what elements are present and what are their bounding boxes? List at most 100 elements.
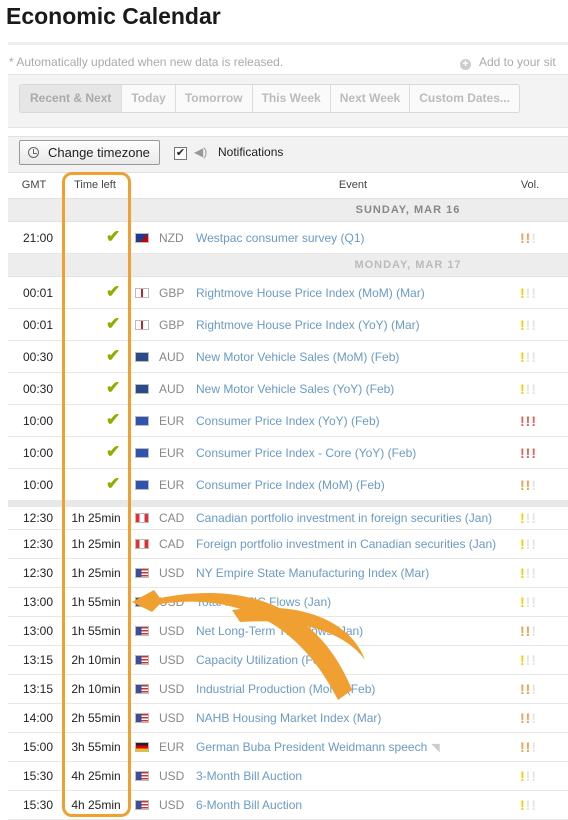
event-time: 12:30: [22, 511, 54, 525]
event-link[interactable]: Rightmove House Price Index (YoY) (Mar): [196, 318, 420, 332]
gb-flag-icon: [135, 287, 149, 298]
event-link[interactable]: Capacity Utilization (Feb): [196, 653, 330, 667]
event-row[interactable]: 21:00 ✔ NZD Westpac consumer survey (Q1)!!!: [8, 222, 568, 254]
event-time: 13:15: [22, 682, 54, 696]
time-left-value: 2h 55min: [71, 711, 121, 725]
event-link[interactable]: NY Empire State Manufacturing Index (Mar…: [196, 566, 429, 580]
event-link[interactable]: 3-Month Bill Auction: [196, 769, 302, 783]
event-link[interactable]: New Motor Vehicle Sales (MoM) (Feb): [196, 350, 399, 364]
event-link[interactable]: Total Net TIC Flows (Jan): [196, 595, 331, 609]
event-link[interactable]: Consumer Price Index (YoY) (Feb): [196, 414, 380, 428]
volatility-mark-icon: !: [531, 380, 538, 397]
volatility-mark-icon: !: [531, 284, 538, 301]
event-link[interactable]: Westpac consumer survey (Q1): [196, 231, 365, 245]
volatility-indicator: !!!: [520, 413, 537, 429]
event-time: 12:30: [22, 537, 54, 551]
event-row[interactable]: 13:15 2h 10min USD Capacity Utilization (Fe…: [8, 646, 568, 675]
event-time: 14:00: [22, 711, 54, 725]
event-link[interactable]: Rightmove House Price Index (MoM) (Mar): [196, 286, 425, 300]
events-table: SUNDAY, MAR 16 21:00 ✔ NZD Westpac consumer …: [8, 199, 568, 820]
add-to-site-link[interactable]: + Add to your sit: [460, 55, 556, 70]
event-title: Canadian portfolio investment in foreign…: [196, 511, 493, 525]
event-row[interactable]: 13:15 2h 10min USD Industrial Production (M…: [8, 675, 568, 704]
event-row[interactable]: 12:30 1h 25min USD NY Empire State Manufact…: [8, 559, 568, 588]
event-title: Net Long-Term TIC Flows (Jan): [196, 624, 364, 638]
event-row[interactable]: 14:00 2h 55min USD NAHB Housing Market Inde…: [8, 704, 568, 733]
volatility-indicator: !!!: [520, 768, 537, 784]
event-row[interactable]: 15:30 4h 25min USD 3-Month Bill Auction!!!: [8, 762, 568, 791]
event-row[interactable]: 13:00 1h 55min USD Total Net TIC Flows (Jan…: [8, 588, 568, 617]
tab-today[interactable]: Today: [122, 85, 176, 112]
event-link[interactable]: Consumer Price Index - Core (YoY) (Feb): [196, 446, 416, 460]
event-link[interactable]: Canadian portfolio investment in foreign…: [196, 511, 492, 525]
event-row[interactable]: 00:01 ✔ GBP Rightmove House Price Index (Mo…: [8, 277, 568, 309]
event-title: Industrial Production (MoM) (Feb): [196, 682, 376, 696]
event-row[interactable]: 10:00 ✔ EUR Consumer Price Index (YoY) (Feb…: [8, 405, 568, 437]
volatility-indicator: !!!: [520, 681, 537, 697]
change-timezone-label: Change timezone: [48, 145, 150, 160]
event-link[interactable]: NAHB Housing Market Index (Mar): [196, 711, 381, 725]
event-row[interactable]: 10:00 ✔ EUR Consumer Price Index - Core (Yo…: [8, 437, 568, 469]
column-header-time-left[interactable]: Time left: [65, 179, 125, 191]
event-title: NAHB Housing Market Index (Mar): [196, 711, 382, 725]
tab-custom-dates[interactable]: Custom Dates...: [410, 85, 519, 112]
eu-flag-icon: [135, 447, 149, 458]
volatility-indicator: !!!: [520, 317, 537, 333]
title-divider: [8, 42, 568, 45]
eu-flag-icon: [135, 479, 149, 490]
column-header-gmt[interactable]: GMT: [8, 179, 60, 191]
tab-tomorrow[interactable]: Tomorrow: [176, 85, 253, 112]
event-title: New Motor Vehicle Sales (YoY) (Feb): [196, 381, 395, 396]
event-row[interactable]: 00:01 ✔ GBP Rightmove House Price Index (Yo…: [8, 309, 568, 341]
column-header-volatility[interactable]: Vol.: [513, 179, 547, 191]
volatility-mark-icon: !: [531, 652, 538, 668]
event-row[interactable]: 10:00 ✔ EUR Consumer Price Index (MoM) (Feb…: [8, 469, 568, 501]
time-left-value: 2h 10min: [71, 653, 121, 667]
currency-code: USD: [159, 624, 185, 638]
tab-this-week[interactable]: This Week: [253, 85, 331, 112]
released-check-icon: ✔: [106, 441, 121, 461]
time-left-value: 3h 55min: [71, 740, 121, 754]
table-header: GMT Time left Event Vol.: [8, 172, 568, 199]
event-link[interactable]: Industrial Production (MoM) (Feb): [196, 682, 375, 696]
event-link[interactable]: Consumer Price Index (MoM) (Feb): [196, 478, 385, 492]
event-link[interactable]: New Motor Vehicle Sales (YoY) (Feb): [196, 382, 394, 396]
speaker-icon: ◀): [194, 145, 208, 159]
event-title: NY Empire State Manufacturing Index (Mar…: [196, 566, 430, 580]
event-title: Westpac consumer survey (Q1): [196, 230, 365, 245]
event-link[interactable]: German Buba President Weidmann speech ◥: [196, 740, 440, 754]
auto-update-note: * Automatically updated when new data is…: [9, 55, 284, 69]
event-row[interactable]: 15:00 3h 55min EUR German Buba President We…: [8, 733, 568, 762]
us-flag-icon: [135, 684, 149, 694]
event-link[interactable]: Foreign portfolio investment in Canadian…: [196, 537, 496, 551]
event-row[interactable]: 00:30 ✔ AUD New Motor Vehicle Sales (MoM) (…: [8, 341, 568, 373]
released-check-icon: ✔: [106, 409, 121, 429]
au-flag-icon: [135, 383, 149, 394]
us-flag-icon: [135, 771, 149, 781]
event-title: Consumer Price Index (YoY) (Feb): [196, 413, 380, 428]
us-flag-icon: [135, 597, 149, 607]
event-title: Consumer Price Index - Core (YoY) (Feb): [196, 445, 417, 460]
event-row[interactable]: 13:00 1h 55min USD Net Long-Term TIC Flows …: [8, 617, 568, 646]
event-title: Total Net TIC Flows (Jan): [196, 595, 332, 609]
column-header-event[interactable]: Event: [258, 179, 448, 191]
event-row[interactable]: 12:30 1h 25min CAD Foreign portfolio invest…: [8, 530, 568, 559]
volatility-mark-icon: !: [531, 510, 538, 526]
tab-recent-next[interactable]: Recent & Next: [20, 85, 123, 112]
tab-next-week[interactable]: Next Week: [331, 85, 411, 112]
event-link[interactable]: 6-Month Bill Auction: [196, 798, 302, 812]
change-timezone-button[interactable]: Change timezone: [19, 140, 160, 165]
currency-code: EUR: [159, 413, 185, 428]
speech-icon: ◥: [431, 742, 440, 754]
event-row[interactable]: 15:30 4h 25min USD 6-Month Bill Auction!!!: [8, 791, 568, 820]
volatility-mark-icon: !: [531, 565, 538, 581]
page-title: Economic Calendar: [6, 3, 221, 29]
notifications-checkbox[interactable]: ✔: [174, 147, 187, 160]
eu-flag-icon: [135, 415, 149, 426]
event-link[interactable]: Net Long-Term TIC Flows (Jan): [196, 624, 363, 638]
event-time: 15:30: [22, 769, 54, 783]
event-row[interactable]: 12:30 1h 25min CAD Canadian portfolio inves…: [8, 501, 568, 530]
currency-code: USD: [159, 595, 185, 609]
event-row[interactable]: 00:30 ✔ AUD New Motor Vehicle Sales (YoY) (…: [8, 373, 568, 405]
time-left-value: 4h 25min: [71, 798, 121, 812]
